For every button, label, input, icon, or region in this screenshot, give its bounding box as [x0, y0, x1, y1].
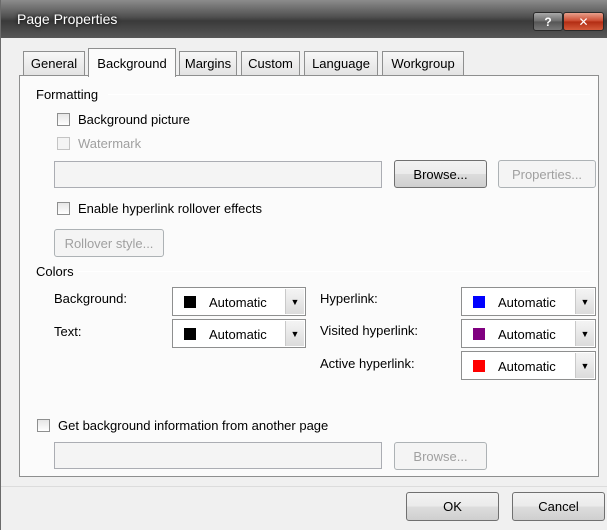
tab-language[interactable]: Language: [304, 51, 378, 75]
text-color-select[interactable]: Automatic ▼: [172, 319, 306, 348]
tab-general[interactable]: General: [23, 51, 85, 75]
visited-hyperlink-color-label: Visited hyperlink:: [320, 323, 419, 338]
browse-picture-button[interactable]: Browse...: [394, 160, 487, 188]
hyperlink-color-swatch: [473, 296, 485, 308]
formatting-divider: [108, 94, 590, 95]
text-color-label: Text:: [54, 324, 82, 339]
picture-path-input[interactable]: [54, 161, 382, 188]
background-color-swatch: [184, 296, 196, 308]
text-color-swatch: [184, 328, 196, 340]
active-hyperlink-color-swatch: [473, 360, 485, 372]
visited-hyperlink-color-select[interactable]: Automatic ▼: [461, 319, 596, 348]
another-page-browse-button[interactable]: Browse...: [394, 442, 487, 470]
close-icon: ✕: [578, 14, 589, 29]
tab-margins[interactable]: Margins: [179, 51, 237, 75]
another-page-label: Get background information from another …: [58, 418, 329, 433]
help-icon: ?: [544, 14, 552, 29]
cancel-button[interactable]: Cancel: [512, 492, 605, 521]
active-hyperlink-color-label: Active hyperlink:: [320, 356, 415, 371]
background-tab-panel: Formatting Background picture Watermark …: [19, 75, 599, 477]
background-color-select[interactable]: Automatic ▼: [172, 287, 306, 316]
another-page-path-input[interactable]: [54, 442, 382, 469]
hyperlink-color-value: Automatic: [498, 295, 556, 310]
chevron-down-icon[interactable]: ▼: [285, 289, 304, 314]
tab-custom[interactable]: Custom: [241, 51, 300, 75]
chevron-down-icon[interactable]: ▼: [575, 353, 594, 378]
hyperlink-color-label: Hyperlink:: [320, 291, 378, 306]
chevron-down-icon[interactable]: ▼: [575, 321, 594, 346]
background-color-label: Background:: [54, 291, 127, 306]
visited-hyperlink-color-value: Automatic: [498, 327, 556, 342]
tab-strip: General Background Margins Custom Langua…: [19, 48, 599, 77]
colors-group-label: Colors: [36, 264, 74, 279]
chevron-down-icon[interactable]: ▼: [575, 289, 594, 314]
visited-hyperlink-color-swatch: [473, 328, 485, 340]
help-button[interactable]: ?: [533, 12, 563, 31]
ok-button[interactable]: OK: [406, 492, 499, 521]
active-hyperlink-color-value: Automatic: [498, 359, 556, 374]
active-hyperlink-color-select[interactable]: Automatic ▼: [461, 351, 596, 380]
hyperlink-color-select[interactable]: Automatic ▼: [461, 287, 596, 316]
formatting-group-label: Formatting: [36, 87, 99, 102]
watermark-checkbox[interactable]: [57, 137, 70, 150]
tab-background[interactable]: Background: [88, 48, 176, 77]
background-color-value: Automatic: [209, 295, 267, 310]
colors-divider: [78, 271, 590, 272]
close-button[interactable]: ✕: [563, 12, 604, 31]
window-title: Page Properties: [17, 11, 118, 27]
properties-button[interactable]: Properties...: [498, 160, 596, 188]
rollover-style-button[interactable]: Rollover style...: [54, 229, 164, 257]
page-properties-dialog: Page Properties ? ✕ General Background M…: [0, 0, 607, 530]
watermark-label: Watermark: [78, 136, 142, 151]
rollover-effects-label: Enable hyperlink rollover effects: [78, 201, 263, 216]
chevron-down-icon[interactable]: ▼: [285, 321, 304, 346]
text-color-value: Automatic: [209, 327, 267, 342]
tab-workgroup[interactable]: Workgroup: [382, 51, 464, 75]
footer-divider: [1, 486, 607, 487]
background-picture-checkbox[interactable]: [57, 113, 70, 126]
background-picture-label: Background picture: [78, 112, 191, 127]
rollover-effects-checkbox[interactable]: [57, 202, 70, 215]
another-page-checkbox[interactable]: [37, 419, 50, 432]
title-bar: Page Properties ? ✕: [1, 0, 607, 38]
